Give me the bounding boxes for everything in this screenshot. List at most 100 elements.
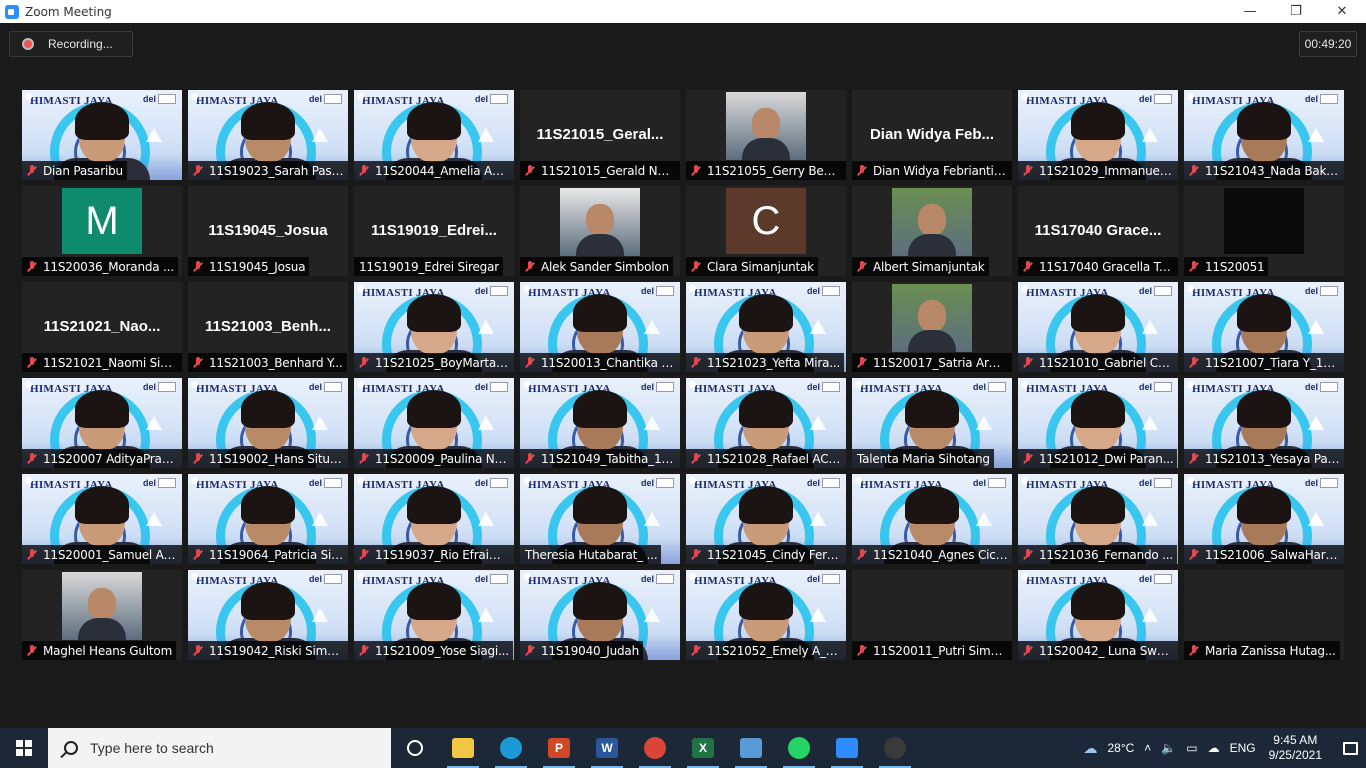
video-status-dot (1021, 573, 1028, 580)
participant-tile[interactable]: HIMASTI JAYA del 11S19042_Riski Siman... (188, 570, 348, 660)
language-indicator[interactable]: ENG (1230, 741, 1256, 755)
participant-tile[interactable]: HIMASTI JAYA del 11S20044_Amelia Ag... (354, 90, 514, 180)
participant-photo (560, 188, 640, 256)
video-status-dot (357, 573, 364, 580)
edge-taskbar-button[interactable] (487, 728, 535, 768)
participant-nameplate: 11S20051 (1184, 257, 1269, 276)
taskbar-search[interactable]: Type here to search (48, 728, 391, 768)
background-org: del (474, 94, 488, 104)
participant-tile[interactable]: HIMASTI JAYA del Theresia Hutabarat_ ... (520, 474, 680, 564)
participant-tile[interactable]: HIMASTI JAYA del 11S21012_Dwi Paran... (1018, 378, 1178, 468)
whatsapp-taskbar-button[interactable] (775, 728, 823, 768)
participant-tile[interactable]: 11S21055_Gerry Beny... (686, 90, 846, 180)
taskbar-apps: PW X (391, 728, 919, 768)
participant-tile[interactable]: HIMASTI JAYA del 11S19037_Rio Efraim S (354, 474, 514, 564)
participant-tile[interactable]: HIMASTI JAYA del 11S21036_Fernando ... (1018, 474, 1178, 564)
task-view-taskbar-button[interactable] (391, 728, 439, 768)
participant-tile[interactable]: HIMASTI JAYA del 11S21028_Rafael AC ... (686, 378, 846, 468)
participant-tile[interactable]: HIMASTI JAYA del 11S19002_Hans Situm... (188, 378, 348, 468)
participant-tile[interactable]: 11S21003_Benh... 11S21003_Benhard Y... (188, 282, 348, 372)
mic-muted-icon (357, 164, 371, 178)
participant-tile[interactable]: HIMASTI JAYA del 11S21009_Yose Siagi... (354, 570, 514, 660)
participant-tile[interactable]: 11S20017_Satria Arm... (852, 282, 1012, 372)
battery-icon[interactable]: ▭ (1186, 741, 1197, 755)
participant-tile[interactable]: 11S20051 (1184, 186, 1344, 276)
word-taskbar-button[interactable]: W (583, 728, 631, 768)
task-view-icon (407, 740, 423, 756)
restore-button[interactable]: ❐ (1273, 0, 1319, 23)
participant-tile[interactable]: HIMASTI JAYA del 11S21007_Tiara Y_11I... (1184, 282, 1344, 372)
participant-tile[interactable]: 11S21021_Nao... 11S21021_Naomi Sih... (22, 282, 182, 372)
participant-display-name: 11S19019_Edrei... (371, 222, 497, 239)
weather-icon[interactable]: ☁ (1083, 740, 1097, 757)
participant-tile[interactable]: HIMASTI JAYA del 11S21006_SalwaHara... (1184, 474, 1344, 564)
mic-muted-icon (855, 548, 869, 562)
background-org: del (474, 286, 488, 296)
start-button[interactable] (0, 728, 48, 768)
video-status-dot (689, 381, 696, 388)
participant-tile[interactable]: HIMASTI JAYA del 11S20001_Samuel Adi... (22, 474, 182, 564)
participant-name: 11S19040_Judah (541, 643, 639, 658)
participant-tile[interactable]: 11S19019_Edrei... 11S19019_Edrei Siregar (354, 186, 514, 276)
background-org: del (308, 574, 322, 584)
participant-nameplate: 11S19064_Patricia Sib... (188, 545, 348, 564)
participant-tile[interactable]: HIMASTI JAYA del 11S21049_Tabitha_11I... (520, 378, 680, 468)
close-button[interactable]: ✕ (1319, 0, 1365, 23)
participant-tile[interactable]: HIMASTI JAYA del 11S21010_Gabriel Ce... (1018, 282, 1178, 372)
participant-tile[interactable]: HIMASTI JAYA del 11S20013_Chantika N... (520, 282, 680, 372)
participant-tile[interactable]: HIMASTI JAYA del 11S21045_Cindy Fero... (686, 474, 846, 564)
participant-tile[interactable]: HIMASTI JAYA del 11S21043_Nada Baka... (1184, 90, 1344, 180)
zoom-taskbar-button[interactable] (823, 728, 871, 768)
mic-muted-icon (1187, 452, 1201, 466)
participant-avatar (1224, 188, 1304, 254)
participant-tile[interactable]: HIMASTI JAYA del 11S21029_Immanuel ... (1018, 90, 1178, 180)
participant-tile[interactable]: HIMASTI JAYA del 11S21023_Yefta Mira... (686, 282, 846, 372)
participant-nameplate: 11S19019_Edrei Siregar (354, 257, 503, 276)
paint-taskbar-button[interactable] (727, 728, 775, 768)
minimize-button[interactable]: — (1227, 0, 1273, 23)
powerpoint-taskbar-button[interactable]: P (535, 728, 583, 768)
participant-tile[interactable]: HIMASTI JAYA del 11S19023_Sarah Pasa... (188, 90, 348, 180)
participant-tile[interactable]: 11S20011_Putri Sima... (852, 570, 1012, 660)
participant-tile[interactable]: HIMASTI JAYA del 11S19064_Patricia Sib... (188, 474, 348, 564)
clock[interactable]: 9:45 AM 9/25/2021 (1269, 733, 1322, 763)
participant-tile[interactable]: HIMASTI JAYA del 11S21052_Emely A_11... (686, 570, 846, 660)
participant-tile[interactable]: Maghel Heans Gultom (22, 570, 182, 660)
participant-tile[interactable]: C Clara Simanjuntak (686, 186, 846, 276)
participant-tile[interactable]: Albert Simanjuntak (852, 186, 1012, 276)
participant-tile[interactable]: 11S19045_Josua 11S19045_Josua (188, 186, 348, 276)
participant-tile[interactable]: HIMASTI JAYA del 11S19040_Judah (520, 570, 680, 660)
notification-icon[interactable] (1334, 728, 1366, 768)
clock-date: 9/25/2021 (1268, 748, 1322, 762)
participant-tile[interactable]: HIMASTI JAYA del 11S20042_ Luna Swee... (1018, 570, 1178, 660)
obs-taskbar-button[interactable] (871, 728, 919, 768)
excel-taskbar-button[interactable]: X (679, 728, 727, 768)
participant-tile[interactable]: Dian Widya Feb... Dian Widya Febrianti ..… (852, 90, 1012, 180)
participant-tile[interactable]: M 11S20036_Moranda ... (22, 186, 182, 276)
participant-tile[interactable]: 11S21015_Geral... 11S21015_Gerald Nat... (520, 90, 680, 180)
participant-tile[interactable]: Maria Zanissa Hutag... (1184, 570, 1344, 660)
recording-indicator[interactable]: Recording... (9, 31, 133, 57)
file-explorer-icon (452, 738, 474, 758)
video-status-dot (689, 573, 696, 580)
chevron-up-icon[interactable]: ˄ (1144, 741, 1151, 755)
participant-tile[interactable]: HIMASTI JAYA del Talenta Maria Sihotang (852, 378, 1012, 468)
participant-tile[interactable]: 11S17040 Grace... 11S17040 Gracella Ta... (1018, 186, 1178, 276)
participant-name: Maria Zanissa Hutag... (1205, 643, 1336, 658)
file-explorer-taskbar-button[interactable] (439, 728, 487, 768)
participant-name: 11S20017_Satria Arm... (873, 355, 1008, 370)
participant-tile[interactable]: HIMASTI JAYA del 11S21040_Agnes Cicil... (852, 474, 1012, 564)
weather-temp[interactable]: 28°C (1107, 741, 1134, 755)
participant-tile[interactable]: HIMASTI JAYA del 11S20007 AdityaPrata... (22, 378, 182, 468)
cloud-icon[interactable]: ☁ (1208, 741, 1220, 755)
chrome-taskbar-button[interactable] (631, 728, 679, 768)
mic-muted-icon (1021, 452, 1035, 466)
participant-tile[interactable]: HIMASTI JAYA del Dian Pasaribu (22, 90, 182, 180)
participant-tile[interactable]: Alek Sander Simbolon (520, 186, 680, 276)
video-status-dot (689, 477, 696, 484)
participant-tile[interactable]: HIMASTI JAYA del 11S20009_Paulina Na... (354, 378, 514, 468)
volume-icon[interactable]: 🔈 (1161, 741, 1176, 755)
participant-tile[interactable]: HIMASTI JAYA del 11S21025_BoyMartah... (354, 282, 514, 372)
mic-muted-icon (25, 644, 39, 658)
participant-tile[interactable]: HIMASTI JAYA del 11S21013_Yesaya Par... (1184, 378, 1344, 468)
